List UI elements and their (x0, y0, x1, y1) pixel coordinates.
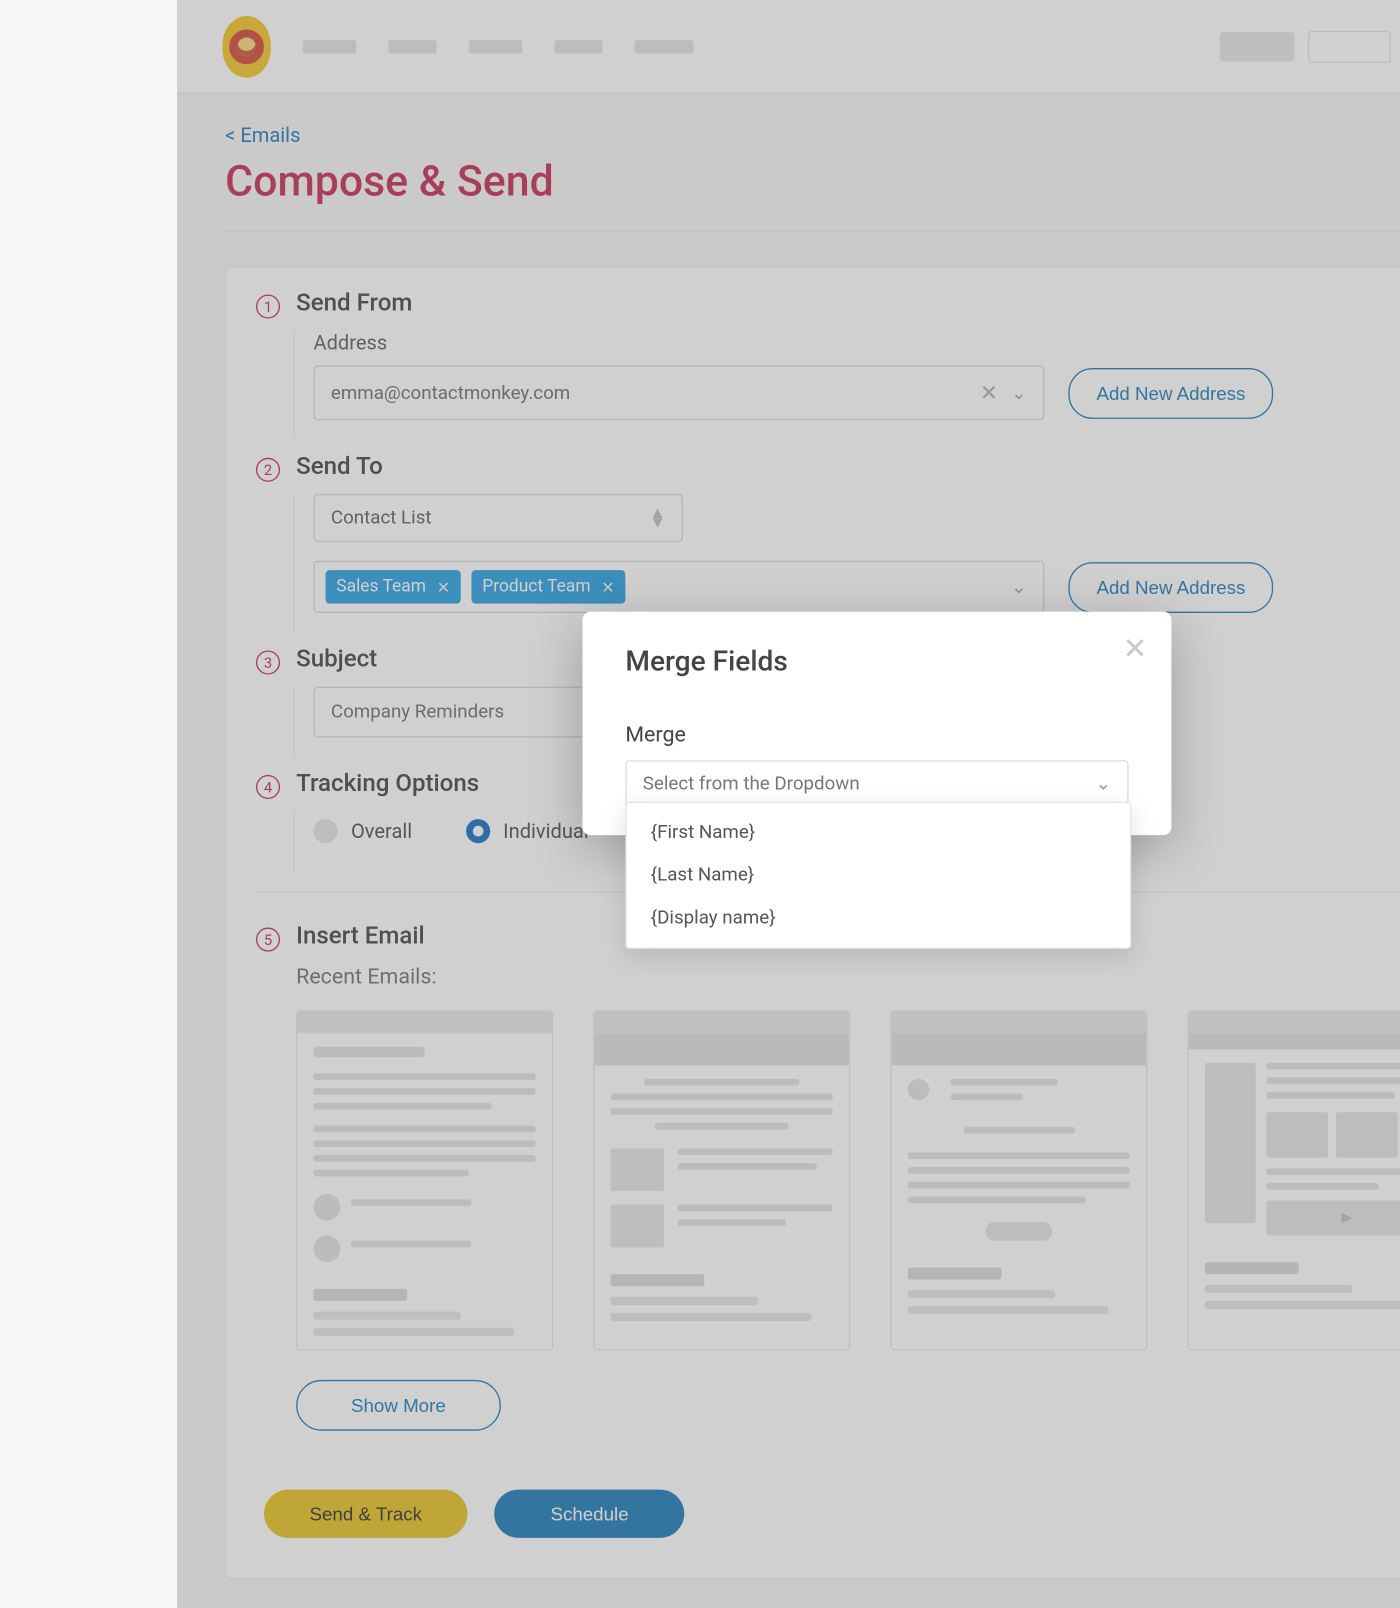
chevron-down-icon: ⌄ (1095, 774, 1111, 795)
merge-option-first-name[interactable]: {First Name} (627, 811, 1130, 854)
merge-field-dropdown: {First Name} {Last Name} {Display name} (625, 802, 1131, 949)
merge-option-display-name[interactable]: {Display name} (627, 897, 1130, 940)
merge-option-last-name[interactable]: {Last Name} (627, 854, 1130, 897)
merge-field-label: Merge (625, 721, 1128, 746)
close-icon[interactable]: ✕ (1123, 633, 1148, 666)
modal-title: Merge Fields (625, 646, 1128, 678)
merge-fields-modal: ✕ Merge Fields Merge Select from the Dro… (583, 612, 1172, 836)
